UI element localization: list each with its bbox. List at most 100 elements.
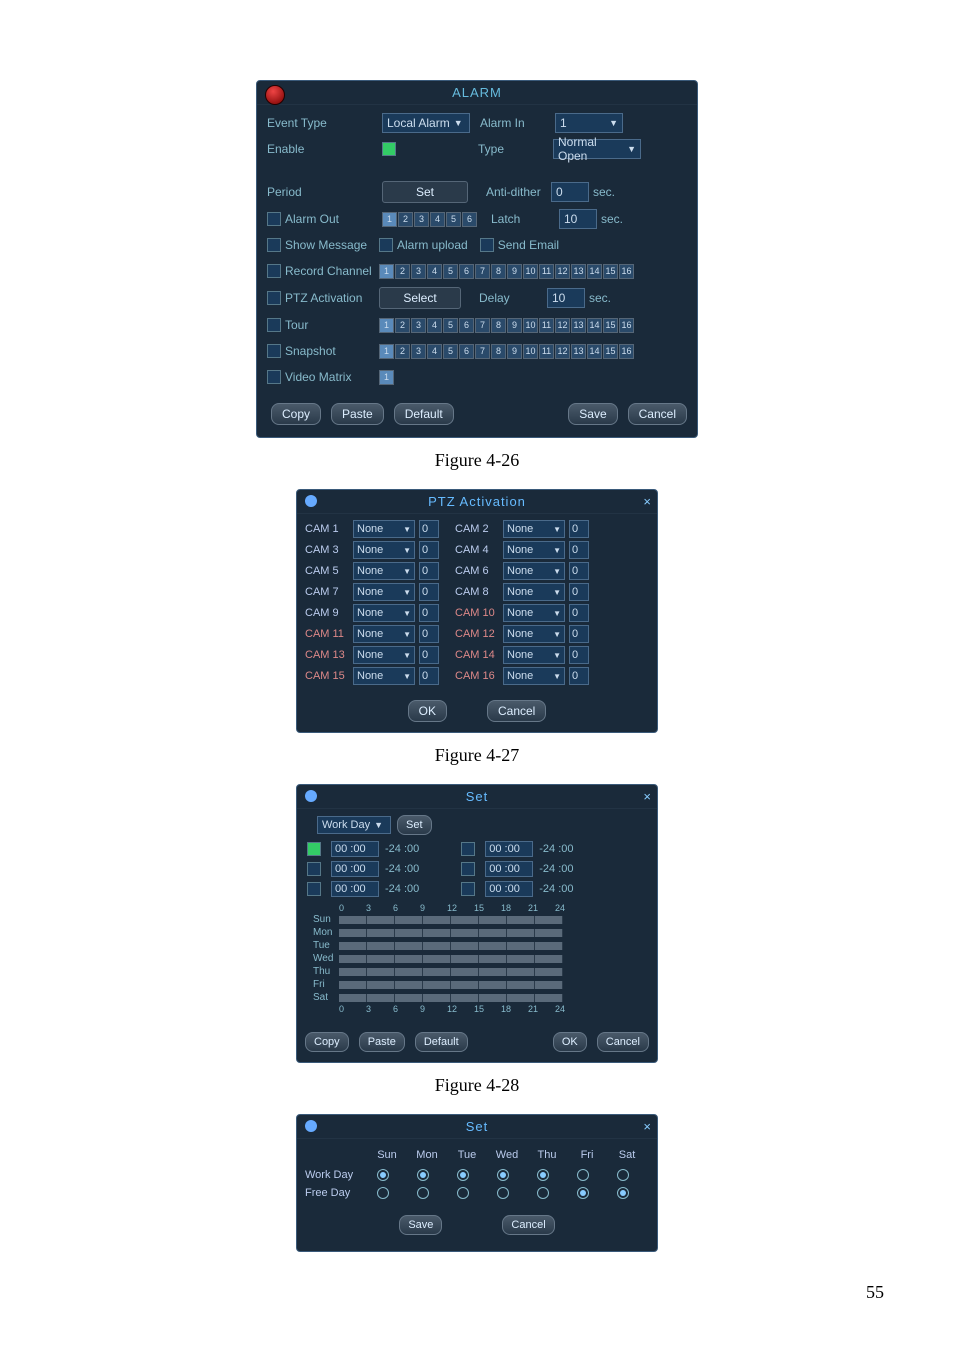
cam-action-select[interactable]: None▼ <box>353 583 415 601</box>
daytype-radio[interactable] <box>497 1169 509 1181</box>
schedule-cell[interactable] <box>395 955 423 963</box>
schedule-cell[interactable] <box>339 968 367 976</box>
schedule-cell[interactable] <box>507 955 535 963</box>
schedule-cell[interactable] <box>423 994 451 1002</box>
channel-4[interactable]: 4 <box>427 318 442 333</box>
channel-5[interactable]: 5 <box>446 212 461 227</box>
channel-14[interactable]: 14 <box>587 264 602 279</box>
cam-preset-input[interactable]: 0 <box>419 625 439 643</box>
delay-input[interactable]: 10 <box>547 288 585 308</box>
event-type-select[interactable]: Local Alarm▼ <box>382 113 470 133</box>
cam-preset-input[interactable]: 0 <box>569 583 589 601</box>
daytype-radio[interactable] <box>577 1187 589 1199</box>
copy-button[interactable]: Copy <box>305 1032 349 1052</box>
period-start-input[interactable]: 00 :00 <box>485 861 533 877</box>
channel-15[interactable]: 15 <box>603 344 618 359</box>
channel-16[interactable]: 16 <box>619 344 634 359</box>
schedule-cell[interactable] <box>395 994 423 1002</box>
channel-6[interactable]: 6 <box>459 318 474 333</box>
cam-preset-input[interactable]: 0 <box>419 646 439 664</box>
cam-action-select[interactable]: None▼ <box>503 541 565 559</box>
schedule-cell[interactable] <box>339 981 367 989</box>
schedule-cell[interactable] <box>535 968 563 976</box>
schedule-cell[interactable] <box>339 942 367 950</box>
cam-action-select[interactable]: None▼ <box>353 541 415 559</box>
channel-10[interactable]: 10 <box>523 264 538 279</box>
cancel-button[interactable]: Cancel <box>502 1215 554 1235</box>
cam-action-select[interactable]: None▼ <box>353 625 415 643</box>
default-button[interactable]: Default <box>394 403 454 425</box>
period-enable-checkbox[interactable] <box>307 842 321 856</box>
channel-11[interactable]: 11 <box>539 264 554 279</box>
cancel-button[interactable]: Cancel <box>487 700 546 722</box>
daytype-radio[interactable] <box>617 1187 629 1199</box>
schedule-cell[interactable] <box>535 955 563 963</box>
show-message-checkbox[interactable] <box>267 238 281 252</box>
cam-action-select[interactable]: None▼ <box>353 667 415 685</box>
cam-action-select[interactable]: None▼ <box>503 604 565 622</box>
cam-action-select[interactable]: None▼ <box>503 646 565 664</box>
schedule-cell[interactable] <box>451 981 479 989</box>
period-start-input[interactable]: 00 :00 <box>331 881 379 897</box>
channel-9[interactable]: 9 <box>507 264 522 279</box>
schedule-cell[interactable] <box>451 942 479 950</box>
channel-3[interactable]: 3 <box>411 318 426 333</box>
schedule-cell[interactable] <box>367 955 395 963</box>
cam-action-select[interactable]: None▼ <box>353 520 415 538</box>
channel-1[interactable]: 1 <box>379 344 394 359</box>
close-icon[interactable]: × <box>643 494 651 509</box>
period-enable-checkbox[interactable] <box>461 862 475 876</box>
channel-12[interactable]: 12 <box>555 318 570 333</box>
schedule-cell[interactable] <box>535 981 563 989</box>
daytype-radio[interactable] <box>377 1187 389 1199</box>
schedule-cell[interactable] <box>479 994 507 1002</box>
period-start-input[interactable]: 00 :00 <box>485 841 533 857</box>
schedule-cell[interactable] <box>507 916 535 924</box>
cancel-button[interactable]: Cancel <box>628 403 687 425</box>
default-button[interactable]: Default <box>415 1032 468 1052</box>
schedule-cell[interactable] <box>535 994 563 1002</box>
schedule-cell[interactable] <box>367 968 395 976</box>
record-channel-checkbox[interactable] <box>267 264 281 278</box>
schedule-cell[interactable] <box>451 929 479 937</box>
channel-15[interactable]: 15 <box>603 318 618 333</box>
schedule-cell[interactable] <box>339 929 367 937</box>
save-button[interactable]: Save <box>568 403 617 425</box>
tour-checkbox[interactable] <box>267 318 281 332</box>
daytype-radio[interactable] <box>457 1187 469 1199</box>
schedule-cell[interactable] <box>423 981 451 989</box>
cam-preset-input[interactable]: 0 <box>569 520 589 538</box>
schedule-cell[interactable] <box>395 968 423 976</box>
channel-16[interactable]: 16 <box>619 318 634 333</box>
period-enable-checkbox[interactable] <box>461 882 475 896</box>
schedule-cell[interactable] <box>451 916 479 924</box>
alarm-upload-checkbox[interactable] <box>379 238 393 252</box>
schedule-cell[interactable] <box>367 916 395 924</box>
cam-preset-input[interactable]: 0 <box>419 667 439 685</box>
channel-11[interactable]: 11 <box>539 344 554 359</box>
video-matrix-checkbox[interactable] <box>267 370 281 384</box>
channel-4[interactable]: 4 <box>427 264 442 279</box>
cam-action-select[interactable]: None▼ <box>353 604 415 622</box>
period-enable-checkbox[interactable] <box>307 862 321 876</box>
schedule-cell[interactable] <box>339 955 367 963</box>
channel-4[interactable]: 4 <box>430 212 445 227</box>
channel-3[interactable]: 3 <box>414 212 429 227</box>
cam-action-select[interactable]: None▼ <box>353 646 415 664</box>
schedule-cell[interactable] <box>535 942 563 950</box>
channel-13[interactable]: 13 <box>571 344 586 359</box>
latch-input[interactable]: 10 <box>559 209 597 229</box>
channel-3[interactable]: 3 <box>411 344 426 359</box>
channel-6[interactable]: 6 <box>462 212 477 227</box>
channel-7[interactable]: 7 <box>475 344 490 359</box>
schedule-cell[interactable] <box>451 994 479 1002</box>
channel-14[interactable]: 14 <box>587 318 602 333</box>
period-start-input[interactable]: 00 :00 <box>331 861 379 877</box>
copy-button[interactable]: Copy <box>271 403 321 425</box>
schedule-cell[interactable] <box>367 981 395 989</box>
channel-7[interactable]: 7 <box>475 264 490 279</box>
cam-preset-input[interactable]: 0 <box>569 625 589 643</box>
schedule-cell[interactable] <box>535 929 563 937</box>
channel-1[interactable]: 1 <box>379 370 394 385</box>
schedule-cell[interactable] <box>367 942 395 950</box>
